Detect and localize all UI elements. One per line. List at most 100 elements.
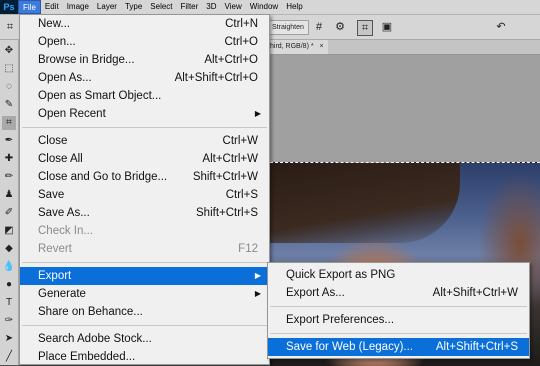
menu-item-label: Close All — [38, 153, 83, 165]
menu-image[interactable]: Image — [63, 0, 93, 14]
menu-item-label: Generate — [38, 288, 86, 300]
export-submenu: Quick Export as PNG Export As... Alt+Shi… — [267, 262, 530, 359]
crop-tool-icon[interactable]: ⌗ — [2, 116, 16, 130]
eyedropper-tool-icon[interactable]: ✒ — [2, 134, 16, 148]
blur-tool-icon[interactable]: 💧 — [2, 260, 16, 274]
menu-item-save[interactable]: Save Ctrl+S — [20, 186, 269, 204]
menu-item-close-all[interactable]: Close All Alt+Ctrl+W — [20, 150, 269, 168]
line-tool-icon[interactable]: ╱ — [2, 350, 16, 364]
menu-edit[interactable]: Edit — [41, 0, 63, 14]
menu-item-label: Close — [38, 135, 68, 147]
menu-separator — [22, 127, 267, 128]
canvas-image-detail — [270, 163, 460, 243]
move-tool-icon[interactable]: ✥ — [2, 44, 16, 58]
menubar: Ps File Edit Image Layer Type Select Fil… — [0, 0, 540, 15]
dodge-tool-icon[interactable]: ● — [2, 278, 16, 292]
menu-item-shortcut: Shift+Ctrl+W — [192, 171, 258, 183]
brush-tool-icon[interactable]: ✏ — [2, 170, 16, 184]
menu-item-label: New... — [38, 18, 70, 30]
menu-separator — [270, 333, 527, 334]
pen-tool-icon[interactable]: ✑ — [2, 314, 16, 328]
menu-layer[interactable]: Layer — [93, 0, 121, 14]
menu-item-browse-in-bridge[interactable]: Browse in Bridge... Alt+Ctrl+O — [20, 51, 269, 69]
menu-item-open-recent[interactable]: Open Recent ▶ — [20, 105, 269, 123]
menu-item-close-and-go-to-bridge[interactable]: Close and Go to Bridge... Shift+Ctrl+W — [20, 168, 269, 186]
menu-item-share-on-behance[interactable]: Share on Behance... — [20, 303, 269, 321]
stamp-tool-icon[interactable]: ♟ — [2, 188, 16, 202]
menu-window[interactable]: Window — [246, 0, 282, 14]
menu-item-new[interactable]: New... Ctrl+N — [20, 15, 269, 33]
menu-item-shortcut: Ctrl+N — [225, 18, 258, 30]
menu-item-label: Open... — [38, 36, 76, 48]
menu-separator — [270, 306, 527, 307]
menu-select[interactable]: Select — [146, 0, 176, 14]
canvas-background — [270, 55, 540, 162]
menu-3d[interactable]: 3D — [202, 0, 220, 14]
menu-item-shortcut: Alt+Shift+Ctrl+W — [432, 287, 518, 299]
menu-item-close[interactable]: Close Ctrl+W — [20, 132, 269, 150]
crop-tool-icon[interactable]: ⌗ — [3, 20, 17, 34]
menu-help[interactable]: Help — [282, 0, 306, 14]
eraser-tool-icon[interactable]: ◩ — [2, 224, 16, 238]
menu-item-shortcut: Ctrl+W — [222, 135, 258, 147]
submenu-arrow-icon: ▶ — [254, 289, 261, 298]
menu-item-open-as-smart-object[interactable]: Open as Smart Object... — [20, 87, 269, 105]
gear-icon[interactable]: ⚙ — [333, 20, 347, 34]
menu-item-save-as[interactable]: Save As... Shift+Ctrl+S — [20, 204, 269, 222]
submenu-item-save-for-web[interactable]: Save for Web (Legacy)... Alt+Shift+Ctrl+… — [268, 338, 529, 356]
history-brush-tool-icon[interactable]: ✐ — [2, 206, 16, 220]
reset-icon[interactable]: ↶ — [494, 20, 508, 34]
menu-item-label: Share on Behance... — [38, 306, 143, 318]
straighten-button[interactable]: Straighten — [268, 20, 309, 35]
menu-item-shortcut: F12 — [238, 243, 258, 255]
menu-filter[interactable]: Filter — [177, 0, 203, 14]
menu-file[interactable]: File — [18, 0, 41, 14]
menu-item-search-adobe-stock[interactable]: Search Adobe Stock... — [20, 330, 269, 348]
content-aware-icon[interactable]: ▣ — [380, 20, 394, 34]
menu-item-label: Export As... — [286, 287, 345, 299]
menu-item-check-in: Check In... — [20, 222, 269, 240]
paint-bucket-tool-icon[interactable]: ◆ — [2, 242, 16, 256]
lasso-tool-icon[interactable]: ◌ — [2, 80, 16, 94]
menu-item-label: Save for Web (Legacy)... — [286, 341, 413, 353]
submenu-item-quick-export-png[interactable]: Quick Export as PNG — [268, 266, 529, 284]
quick-select-tool-icon[interactable]: ✎ — [2, 98, 16, 112]
healing-brush-tool-icon[interactable]: ✚ — [2, 152, 16, 166]
menu-item-shortcut: Shift+Ctrl+S — [196, 207, 258, 219]
close-icon[interactable]: × — [320, 43, 324, 50]
delete-cropped-pixels-icon[interactable]: ⌗ — [357, 20, 373, 36]
menu-view[interactable]: View — [221, 0, 246, 14]
type-tool-icon[interactable]: T — [2, 296, 16, 310]
file-menu: New... Ctrl+N Open... Ctrl+O Browse in B… — [19, 14, 270, 365]
submenu-item-export-preferences[interactable]: Export Preferences... — [268, 311, 529, 329]
menu-item-open[interactable]: Open... Ctrl+O — [20, 33, 269, 51]
menu-item-open-as[interactable]: Open As... Alt+Shift+Ctrl+O — [20, 69, 269, 87]
document-tab[interactable]: hird, RGB/8) * × — [266, 40, 328, 54]
document-tab-title: hird, RGB/8) * — [270, 43, 314, 50]
menu-item-label: Browse in Bridge... — [38, 54, 135, 66]
menu-item-shortcut: Ctrl+S — [225, 189, 258, 201]
menu-item-shortcut: Alt+Shift+Ctrl+S — [435, 341, 518, 353]
menu-item-export[interactable]: Export ▶ — [20, 267, 269, 285]
menu-type[interactable]: Type — [121, 0, 146, 14]
menu-item-label: Check In... — [38, 225, 93, 237]
menu-item-shortcut: Ctrl+O — [224, 36, 258, 48]
menu-item-generate[interactable]: Generate ▶ — [20, 285, 269, 303]
menu-item-label: Quick Export as PNG — [286, 269, 396, 281]
marquee-tool-icon[interactable]: ⬚ — [2, 62, 16, 76]
grid-overlay-icon[interactable]: # — [312, 20, 326, 34]
menu-separator — [22, 325, 267, 326]
menu-item-label: Open as Smart Object... — [38, 90, 162, 102]
path-select-tool-icon[interactable]: ➤ — [2, 332, 16, 346]
menu-item-label: Open As... — [38, 72, 92, 84]
menu-item-label: Export Preferences... — [286, 314, 395, 326]
submenu-arrow-icon: ▶ — [254, 271, 261, 280]
menu-item-shortcut: Alt+Ctrl+W — [202, 153, 258, 165]
menu-item-place-embedded[interactable]: Place Embedded... — [20, 348, 269, 366]
tools-panel: ✥ ⬚ ◌ ✎ ⌗ ✒ ✚ ✏ ♟ ✐ ◩ ◆ 💧 ● T ✑ ➤ ╱ — [0, 40, 19, 365]
menu-item-label: Save As... — [38, 207, 90, 219]
menu-item-shortcut: Alt+Ctrl+O — [204, 54, 258, 66]
menu-item-label: Save — [38, 189, 65, 201]
submenu-item-export-as[interactable]: Export As... Alt+Shift+Ctrl+W — [268, 284, 529, 302]
menu-item-revert: Revert F12 — [20, 240, 269, 258]
